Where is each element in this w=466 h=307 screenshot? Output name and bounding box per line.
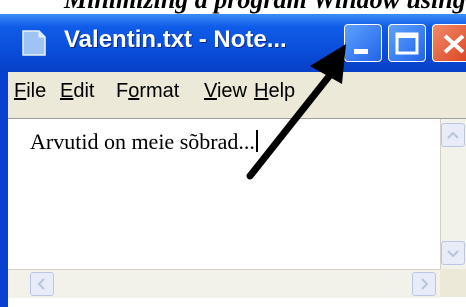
text-caret	[255, 130, 258, 152]
chevron-down-icon	[447, 250, 459, 258]
scroll-right-button[interactable]	[412, 272, 436, 296]
maximize-icon	[395, 32, 419, 55]
notepad-icon[interactable]	[18, 28, 48, 58]
minimize-button[interactable]	[344, 24, 382, 62]
document-text[interactable]: Arvutid on meie sõbrad...	[30, 129, 258, 155]
window-title: Valentin.txt - Note...	[64, 26, 287, 53]
maximize-button[interactable]	[388, 24, 426, 62]
menu-view[interactable]: View	[204, 80, 247, 103]
scroll-down-button[interactable]	[441, 241, 465, 265]
text-editor-area[interactable]: Arvutid on meie sõbrad...	[8, 118, 466, 307]
minimize-icon	[354, 49, 368, 54]
menu-help[interactable]: Help	[254, 80, 295, 103]
menu-edit[interactable]: Edit	[60, 80, 94, 103]
vertical-scrollbar[interactable]	[440, 119, 466, 269]
horizontal-scrollbar[interactable]	[8, 269, 440, 298]
menu-format[interactable]: Format	[116, 80, 179, 103]
resize-grip[interactable]	[440, 269, 466, 297]
menu-file[interactable]: File	[14, 80, 46, 103]
scroll-left-button[interactable]	[30, 272, 54, 296]
close-icon	[443, 34, 465, 54]
notepad-window: Valentin.txt - Note... File Edit Format …	[0, 14, 466, 307]
title-bar[interactable]: Valentin.txt - Note...	[0, 14, 466, 72]
chevron-up-icon	[447, 131, 459, 139]
caption-text: Minimizing a program Window using	[64, 0, 466, 14]
caption-heading: Minimizing a program Window using	[0, 0, 466, 14]
scroll-up-button[interactable]	[441, 123, 465, 147]
close-button[interactable]	[432, 24, 466, 62]
chevron-right-icon	[421, 278, 429, 290]
chevron-left-icon	[37, 278, 45, 290]
menu-bar: File Edit Format View Help	[8, 72, 466, 118]
